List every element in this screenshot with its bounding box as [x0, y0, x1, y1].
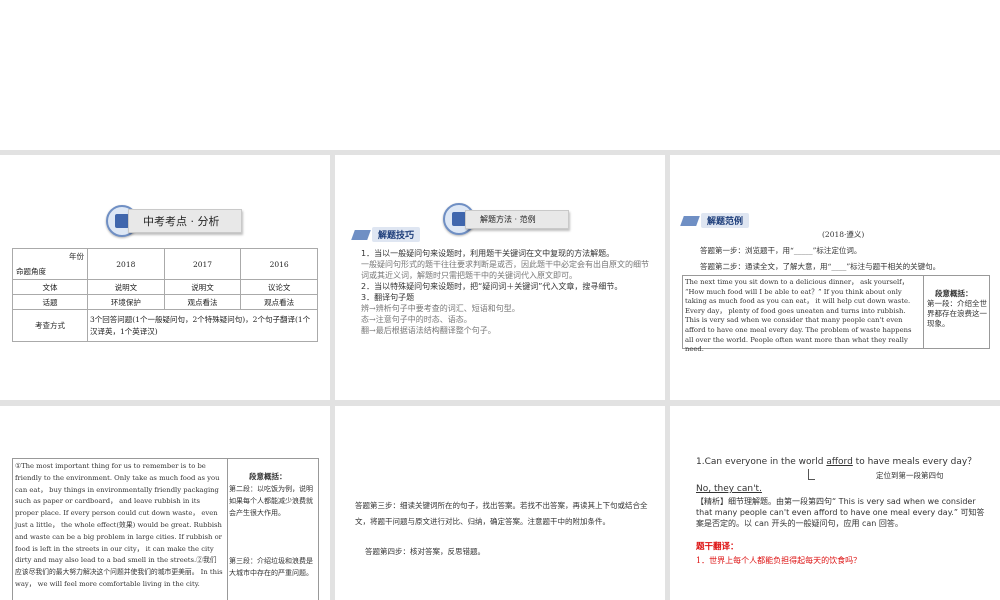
table-row: 话题 环境保护 观点看法 观点看法 — [12, 294, 318, 310]
analysis-text: 【精析】细节理解题。由第一段第四句“ This is very sad when… — [696, 497, 985, 528]
question-text: 1.Can everyone in the world — [696, 457, 827, 467]
table-corner-angle: 命题角度 — [16, 267, 46, 276]
locate-note: 定位到第一段第四句 — [876, 471, 944, 480]
question-text: to have meals every day？ — [852, 457, 977, 467]
technique-line: 3．翻译句子题 — [361, 293, 415, 302]
summary-title: 段意概括： — [249, 472, 287, 481]
step-three: 答题第三步：细读关键词所在的句子，找出答案。若找不出答案，再读其上下句或结合全文… — [355, 501, 648, 526]
column-divider — [923, 276, 924, 348]
table-row: 文体 说明文 说明文 议论文 — [12, 279, 318, 295]
step-one: 答题第一步：浏览题干，用“_____”标注定位词。 — [700, 246, 862, 255]
question-line: 1.Can everyone in the world afford to ha… — [696, 456, 996, 468]
passage-paragraph: ①The most important thing for us to reme… — [15, 462, 223, 588]
table-cell: 3个回答问题(1个一般疑问句，2个特殊疑问句)，2个句子翻译(1个汉译英，1个英… — [87, 309, 318, 342]
exam-analysis-table: 年份 命题角度 2018 2017 2016 文体 说明文 说明文 议论文 话题… — [12, 248, 318, 342]
section-badge-label: 中考考点 · 分析 — [128, 209, 242, 233]
table-row: 考查方式 3个回答问题(1个一般疑问句，2个特殊疑问句)，2个句子翻译(1个汉译… — [12, 309, 318, 342]
technique-list: 1．当以一般疑问句来设题时，利用题干关键词在文中复现的方法解题。 一般疑问句形式… — [361, 248, 656, 336]
technique-line: 辨→辨析句子中要考查的词汇、短语和句型。 — [361, 304, 520, 313]
section-badge-label: 解题方法 · 范例 — [465, 209, 569, 229]
source-label: (2018·遵义) — [822, 230, 865, 239]
technique-line: 态→注意句子中的时态、语态。 — [361, 315, 472, 324]
technique-tag-label: 解题技巧 — [372, 227, 421, 242]
summary-text: 第二段：以吃饭为例，说明如果每个人都能减少浪费就会产生很大作用。 — [229, 485, 313, 517]
column-divider — [227, 459, 228, 600]
table-row-label: 话题 — [12, 294, 88, 310]
answer-text: No, they can't. — [696, 484, 762, 494]
translate-text: 1．世界上每个人都能负担得起每天的饮食吗？ — [696, 556, 862, 565]
slide-thumbnail-5[interactable]: 答题第三步：细读关键词所在的句子，找出答案。若找不出答案，再读其上下句或结合全文… — [335, 406, 665, 600]
arrow-indicator — [808, 469, 815, 480]
example-tag-label: 解题范例 — [701, 213, 750, 228]
step-four: 答题第四步：核对答案，反思错题。 — [365, 547, 485, 556]
table-cell: 议论文 — [240, 279, 318, 295]
table-row-label: 文体 — [12, 279, 88, 295]
slide-thumbnail-3[interactable]: 解题范例 (2018·遵义) 答题第一步：浏览题干，用“_____”标注定位词。… — [670, 155, 1000, 400]
table-corner-cell: 年份 命题角度 — [12, 248, 88, 280]
table-header-year: 2018 — [87, 248, 165, 280]
table-cell: 说明文 — [163, 279, 242, 295]
top-blank-area — [0, 0, 1000, 150]
table-cell: 观点看法 — [240, 294, 318, 310]
technique-line: 一般疑问句形式的题干往往要求判断是或否，因此题干中必定会有出自原文的细节词或其近… — [361, 260, 649, 280]
table-row-label: 考查方式 — [12, 309, 88, 342]
passage-box: The next time you sit down to a deliciou… — [682, 275, 990, 353]
translate-title: 题干翻译： — [696, 542, 739, 552]
summary-text: 第一段：介绍全世界都存在浪费这一现象。 — [927, 299, 987, 328]
technique-line: 2．当以特殊疑问句来设题时，把“疑问词＋关键词”代入文章，搜寻细节。 — [361, 282, 623, 291]
table-header-year: 2016 — [240, 248, 318, 280]
technique-tag: 解题技巧 — [351, 227, 421, 242]
pen-icon — [680, 215, 700, 226]
slide-thumbnail-6[interactable]: 1.Can everyone in the world afford to ha… — [670, 406, 1000, 600]
slide-thumbnail-1[interactable]: 中考考点 · 分析 年份 命题角度 2018 2017 2016 文体 说明文 … — [0, 155, 330, 400]
technique-line: 1．当以一般疑问句来设题时，利用题干关键词在文中复现的方法解题。 — [361, 249, 615, 258]
summary-text: 第三段：介绍垃圾和浪费是大城市中存在的严重问题。 — [229, 557, 313, 577]
table-corner-year: 年份 — [69, 252, 84, 261]
slide-thumbnail-4[interactable]: ①The most important thing for us to reme… — [0, 406, 330, 600]
technique-line: 翻→最后根据语法结构翻译整个句子。 — [361, 326, 496, 335]
section-badge: 解题方法 · 范例 — [443, 203, 569, 235]
table-cell: 环境保护 — [87, 294, 165, 310]
passage-paragraph: The next time you sit down to a deliciou… — [685, 278, 912, 354]
table-cell: 说明文 — [87, 279, 165, 295]
question-keyword: afford — [826, 457, 853, 467]
step-two: 答题第二步：通读全文，了解大意，用“____”标注与题干相关的关键句。 — [700, 262, 941, 271]
table-header-year: 2017 — [163, 248, 242, 280]
table-cell: 观点看法 — [163, 294, 242, 310]
example-tag: 解题范例 — [680, 213, 750, 228]
passage-box: ①The most important thing for us to reme… — [12, 458, 319, 600]
slide-thumbnail-2[interactable]: 解题方法 · 范例 解题技巧 1．当以一般疑问句来设题时，利用题干关键词在文中复… — [335, 155, 665, 400]
section-badge: 中考考点 · 分析 — [106, 205, 242, 237]
pen-icon — [351, 229, 371, 240]
